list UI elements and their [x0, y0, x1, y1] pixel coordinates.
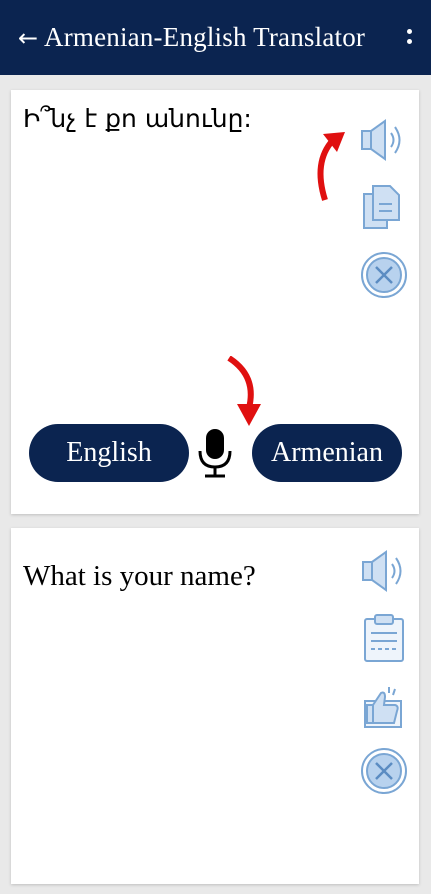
close-circle-icon[interactable]: [359, 250, 409, 300]
speaker-icon[interactable]: [358, 115, 408, 165]
source-text[interactable]: Ի՞նչ է քո անունը:: [23, 104, 252, 133]
hint-arrow-icon: [227, 356, 261, 426]
close-circle-icon[interactable]: [359, 746, 409, 796]
source-card: Ի՞նչ է քո անունը: English Armenian: [11, 90, 419, 514]
thumbs-up-icon[interactable]: [359, 683, 409, 733]
arrow-left-icon[interactable]: ←: [18, 26, 44, 50]
speaker-icon[interactable]: [359, 546, 409, 596]
copy-icon[interactable]: [359, 182, 409, 232]
clipboard-icon[interactable]: [359, 613, 409, 663]
app-title: Armenian-English Translator: [44, 22, 366, 52]
result-text[interactable]: What is your name?: [23, 560, 256, 593]
microphone-icon[interactable]: [197, 427, 233, 479]
app-bar: ← Armenian-English Translator: [0, 0, 431, 75]
hint-arrow-icon: [317, 132, 345, 201]
result-card: What is your name?: [11, 528, 419, 884]
armenian-language-button[interactable]: Armenian: [252, 424, 402, 482]
more-vertical-icon[interactable]: [407, 29, 413, 49]
english-language-button[interactable]: English: [29, 424, 189, 482]
